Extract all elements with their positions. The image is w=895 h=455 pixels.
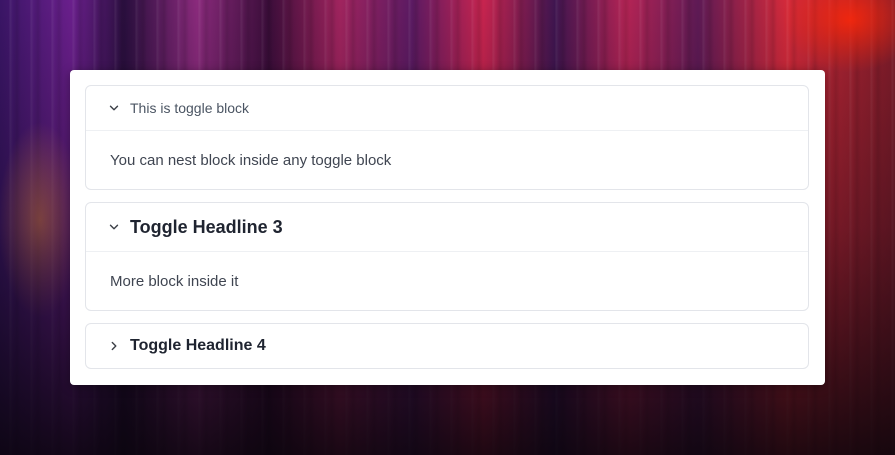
toggle-title[interactable]: Toggle Headline 4 [130, 337, 266, 355]
toggle-header[interactable]: Toggle Headline 3 [86, 203, 808, 252]
toggle-title[interactable]: Toggle Headline 3 [130, 217, 283, 238]
toggle-header[interactable]: Toggle Headline 4 [86, 324, 808, 368]
toggle-block-heading-3: Toggle Headline 3 More block inside it [85, 202, 809, 311]
toggle-title[interactable]: This is toggle block [130, 100, 249, 116]
toggle-content[interactable]: More block inside it [86, 252, 808, 310]
toggle-header[interactable]: This is toggle block [86, 86, 808, 131]
editor-card: This is toggle block You can nest block … [70, 70, 825, 385]
toggle-content[interactable]: You can nest block inside any toggle blo… [86, 131, 808, 189]
chevron-down-icon[interactable] [108, 102, 120, 114]
toggle-block-paragraph: This is toggle block You can nest block … [85, 85, 809, 190]
chevron-right-icon[interactable] [108, 340, 120, 352]
toggle-block-heading-4: Toggle Headline 4 [85, 323, 809, 369]
chevron-down-icon[interactable] [108, 221, 120, 233]
